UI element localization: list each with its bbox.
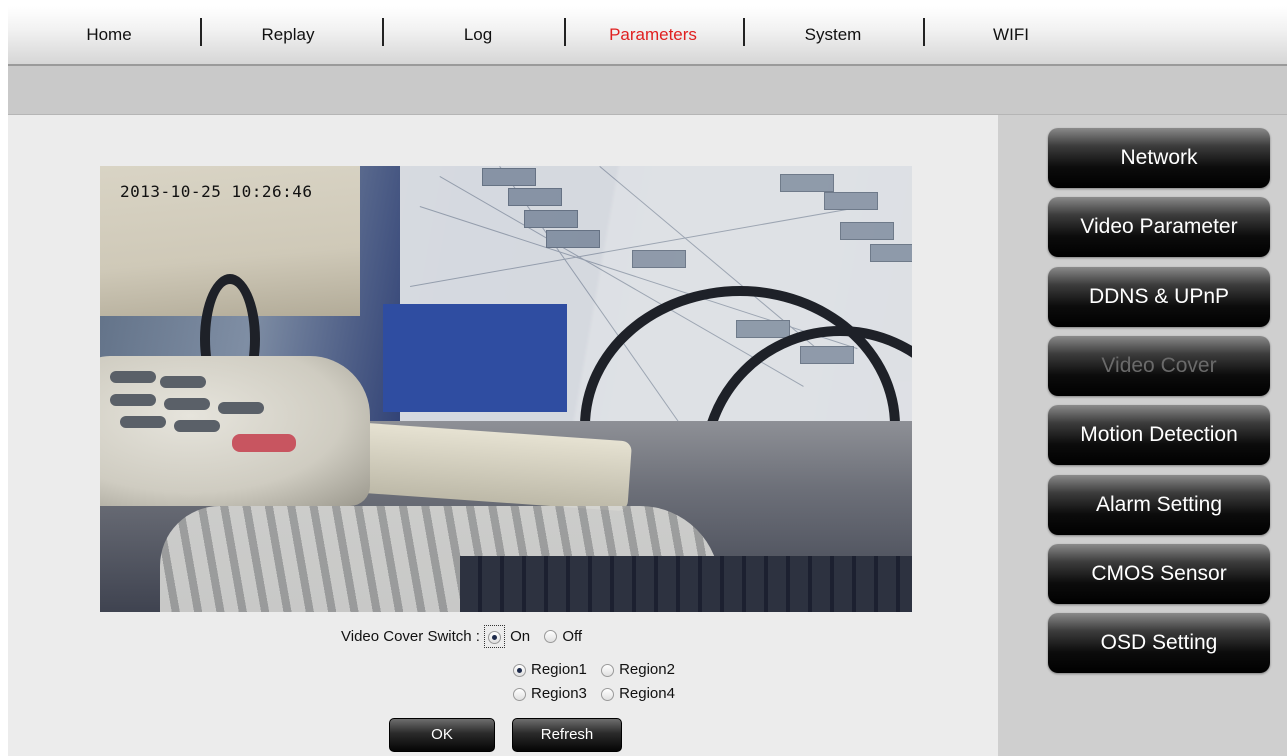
- nav-parameters[interactable]: Parameters: [598, 20, 708, 50]
- region2-radio[interactable]: [601, 663, 615, 677]
- sidebar-item-video-parameter[interactable]: Video Parameter: [1048, 197, 1270, 257]
- cover-switch-row: Video Cover Switch : On Off: [341, 625, 592, 648]
- region2-label: Region2: [619, 661, 675, 679]
- nav-system[interactable]: System: [788, 20, 878, 50]
- region-row: Region1 Region2: [513, 658, 685, 682]
- off-radio[interactable]: [544, 630, 558, 643]
- on-radio[interactable]: [488, 630, 502, 644]
- sidebar-item-video-cover[interactable]: Video Cover: [1048, 336, 1270, 396]
- video-preview[interactable]: 2013-10-25 10:26:46: [100, 166, 912, 612]
- region3-label: Region3: [531, 685, 587, 703]
- sidebar-item-ddns-upnp[interactable]: DDNS & UPnP: [1048, 267, 1270, 327]
- nav-wifi[interactable]: WIFI: [986, 20, 1036, 50]
- top-nav: Home Replay Log Parameters System WIFI: [0, 0, 1287, 66]
- nav-home[interactable]: Home: [74, 20, 144, 50]
- on-radio-focus: [484, 625, 506, 648]
- off-label: Off: [562, 628, 583, 645]
- settings-sidebar: Network Video Parameter DDNS & UPnP Vide…: [998, 115, 1287, 756]
- region1-radio[interactable]: [513, 663, 526, 677]
- region1-label: Region1: [531, 661, 587, 679]
- region4-label: Region4: [619, 685, 675, 703]
- sidebar-item-cmos-sensor[interactable]: CMOS Sensor: [1048, 544, 1270, 604]
- nav-separator: [200, 18, 202, 46]
- region3-radio[interactable]: [513, 687, 526, 701]
- nav-bar: Home Replay Log Parameters System WIFI: [8, 6, 1287, 66]
- keyboard: [460, 556, 912, 612]
- sub-toolbar: [8, 66, 1287, 115]
- sidebar-item-motion-detection[interactable]: Motion Detection: [1048, 405, 1270, 465]
- cover-switch-label: Video Cover Switch :: [341, 628, 480, 645]
- on-label: On: [510, 628, 531, 645]
- nav-log[interactable]: Log: [448, 20, 508, 50]
- video-cover-region[interactable]: [383, 304, 567, 412]
- nav-separator: [564, 18, 566, 46]
- region-selector: Region1 Region2 Region3 Region4: [513, 658, 685, 706]
- nav-separator: [923, 18, 925, 46]
- ok-button[interactable]: OK: [389, 718, 495, 752]
- region4-radio[interactable]: [601, 687, 615, 701]
- sidebar-item-alarm-setting[interactable]: Alarm Setting: [1048, 475, 1270, 535]
- refresh-button[interactable]: Refresh: [512, 718, 622, 752]
- nav-replay[interactable]: Replay: [248, 20, 328, 50]
- nav-separator: [743, 18, 745, 46]
- main-panel: 2013-10-25 10:26:46 Video Cover Switch :…: [8, 115, 998, 756]
- sidebar-item-network[interactable]: Network: [1048, 128, 1270, 188]
- osd-timestamp: 2013-10-25 10:26:46: [120, 182, 313, 201]
- sidebar-item-osd-setting[interactable]: OSD Setting: [1048, 613, 1270, 673]
- red-key: [232, 434, 296, 452]
- nav-separator: [382, 18, 384, 46]
- region-row: Region3 Region4: [513, 682, 685, 706]
